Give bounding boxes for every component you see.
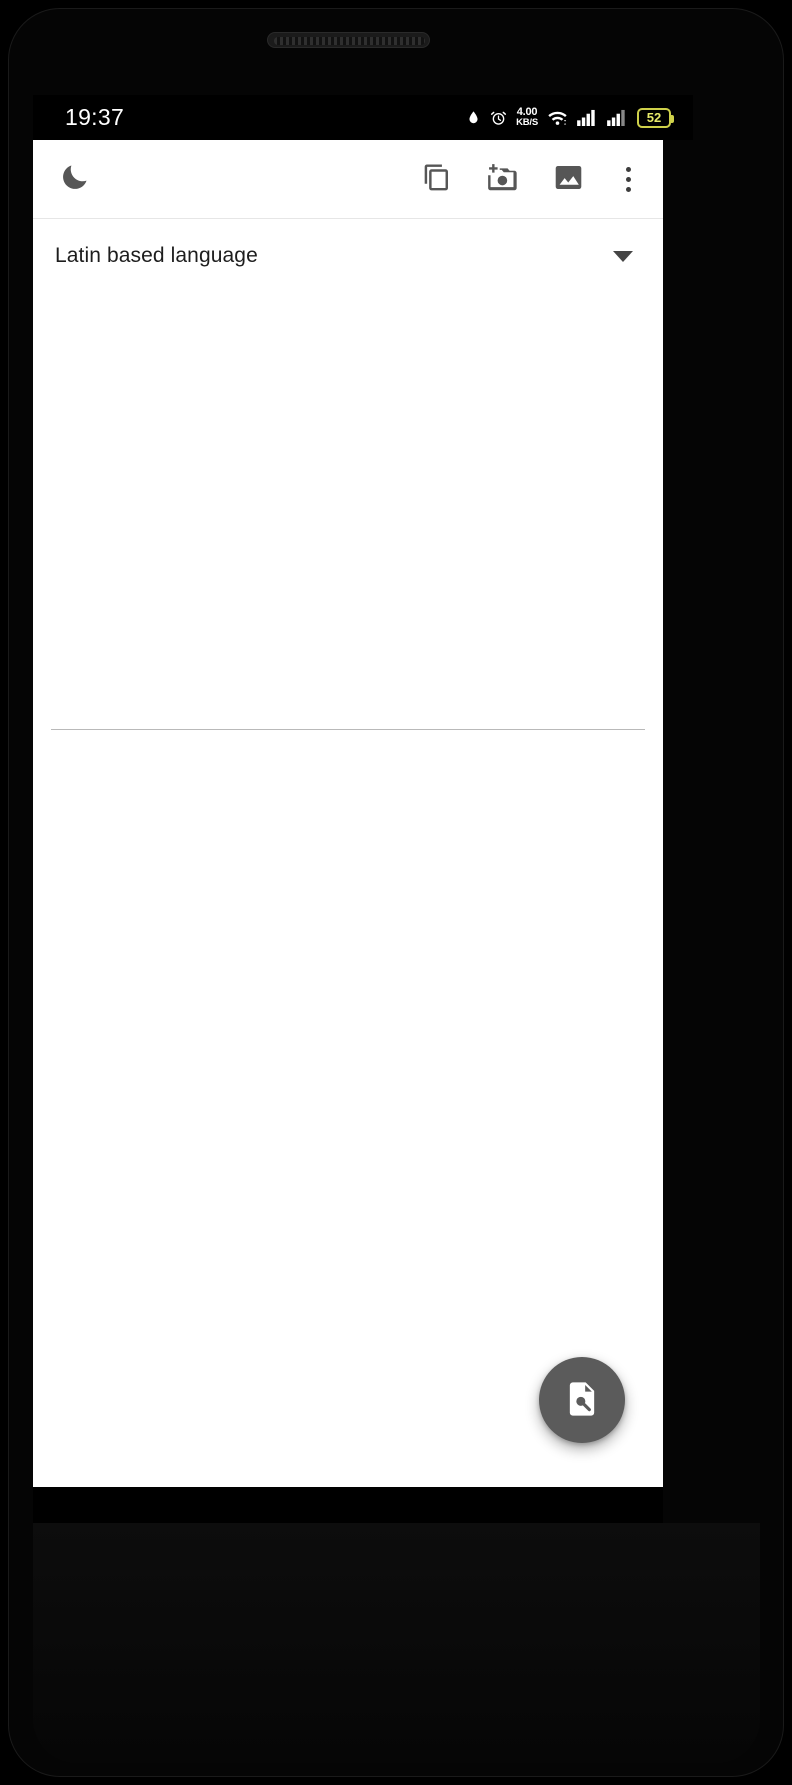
image-gallery-icon <box>553 162 584 196</box>
more-vertical-icon-dot-1 <box>625 166 631 172</box>
alarm-clock-icon <box>490 109 507 127</box>
wifi-icon <box>547 109 568 126</box>
recognized-text-field[interactable] <box>51 293 645 730</box>
network-speed-indicator: 4.00 KB/S <box>516 107 538 128</box>
more-vertical-icon-dot-3 <box>625 186 631 192</box>
more-vertical-icon-dot-2 <box>625 176 631 182</box>
speaker-grille <box>274 37 425 45</box>
toolbar-left-group <box>55 160 93 198</box>
phone-frame: 19:37 4.00 KB/S 52 Latin based language <box>0 0 792 1785</box>
add-photo-button[interactable] <box>483 160 521 198</box>
crescent-moon-icon <box>59 162 90 196</box>
open-gallery-button[interactable] <box>549 160 587 198</box>
battery-icon: 52 <box>637 107 674 128</box>
language-selector-dropdown[interactable]: Latin based language <box>33 219 663 293</box>
app-toolbar <box>33 140 663 219</box>
add-photo-camera-icon <box>486 162 518 197</box>
app-window: Latin based language <box>33 140 663 1487</box>
overflow-menu-button[interactable] <box>615 160 641 198</box>
copy-text-button[interactable] <box>417 160 455 198</box>
document-scan-icon <box>562 1379 602 1422</box>
signal-sim2-icon <box>607 109 628 126</box>
dark-mode-toggle-button[interactable] <box>55 160 93 198</box>
battery-percent-label: 52 <box>646 110 662 125</box>
toolbar-action-group <box>417 160 651 198</box>
earpiece-speaker <box>267 32 430 48</box>
device-chin <box>33 1487 663 1523</box>
scan-document-fab[interactable] <box>539 1357 625 1443</box>
signal-sim1-icon <box>577 109 598 126</box>
status-bar: 19:37 4.00 KB/S 52 <box>33 95 693 140</box>
water-drop-icon <box>466 108 481 127</box>
status-bar-icons: 4.00 KB/S 52 <box>466 107 674 128</box>
content-area <box>33 293 663 1487</box>
network-speed-unit: KB/S <box>516 117 538 128</box>
chevron-down-icon <box>613 250 633 262</box>
language-selector-label: Latin based language <box>55 244 258 267</box>
copy-icon <box>421 162 452 196</box>
navigation-gesture-area <box>33 1523 760 1763</box>
status-bar-clock: 19:37 <box>65 104 125 130</box>
